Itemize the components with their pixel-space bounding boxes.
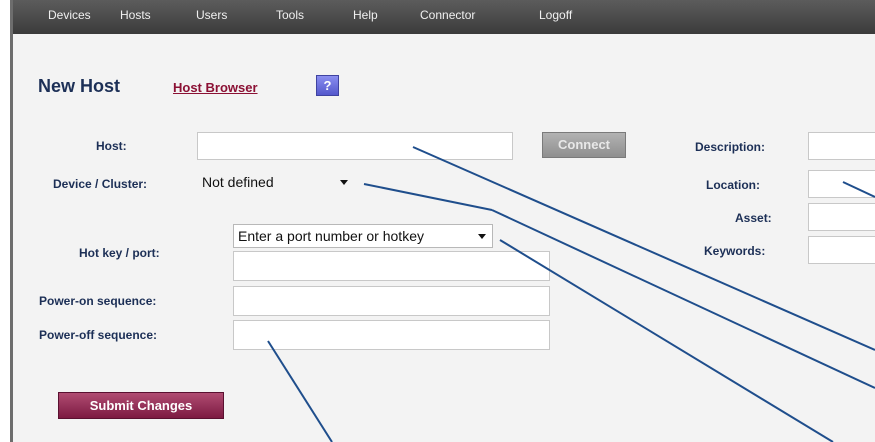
callout-line-hotkey <box>499 239 834 442</box>
callout-line-location <box>842 181 875 198</box>
callout-lines <box>267 146 875 442</box>
callout-line-host <box>412 146 875 351</box>
callout-line-device-b <box>491 209 875 389</box>
callout-line-device-a <box>363 183 493 211</box>
callout-line-poweroff <box>267 340 333 442</box>
